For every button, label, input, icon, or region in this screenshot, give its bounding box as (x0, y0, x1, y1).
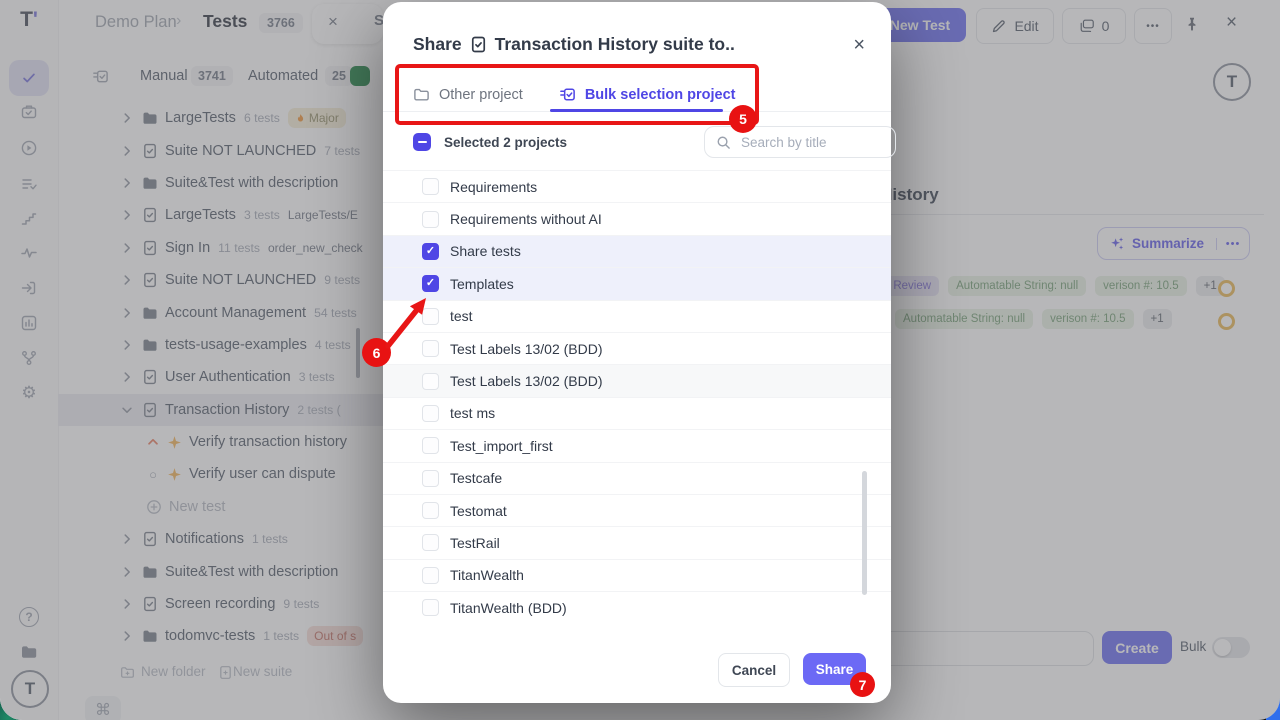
search-icon (716, 135, 731, 150)
document-check-icon (470, 36, 487, 53)
project-row[interactable]: Requirements (383, 170, 891, 202)
project-label: test (450, 308, 473, 324)
project-label: TitanWealth (BDD) (450, 600, 567, 616)
project-checkbox[interactable] (422, 211, 439, 228)
bulk-select-icon (559, 86, 576, 103)
project-label: test ms (450, 405, 495, 421)
project-checkbox[interactable] (422, 405, 439, 422)
share-button[interactable]: Share (803, 653, 866, 685)
select-all-checkbox[interactable] (413, 133, 431, 151)
search-input[interactable] (739, 134, 883, 151)
project-checkbox[interactable] (422, 470, 439, 487)
project-label: Test_import_first (450, 438, 553, 454)
tab-bulk-label: Bulk selection project (585, 87, 736, 103)
modal-scrollbar[interactable] (862, 471, 867, 595)
project-label: Share tests (450, 243, 521, 259)
project-row[interactable]: Test_import_first (383, 429, 891, 461)
project-label: Testomat (450, 503, 507, 519)
project-checkbox[interactable] (422, 178, 439, 195)
project-checkbox[interactable] (422, 373, 439, 390)
project-row[interactable]: Testcafe (383, 462, 891, 494)
project-row[interactable]: TitanWealth (BDD) (383, 591, 891, 623)
project-list: Requirements Requirements without AI ✓ Shar… (383, 170, 891, 623)
modal-title: Share Transaction History suite to.. (413, 34, 735, 55)
project-row[interactable]: Requirements without AI (383, 202, 891, 234)
selected-summary: Selected 2 projects (444, 135, 567, 150)
tab-other-project[interactable]: Other project (413, 86, 523, 103)
project-row[interactable]: TestRail (383, 526, 891, 558)
project-row[interactable]: ✓ Templates (383, 267, 891, 299)
tab-other-label: Other project (439, 87, 523, 103)
cancel-button[interactable]: Cancel (718, 653, 790, 687)
search-box[interactable] (704, 126, 896, 158)
modal-tabs: Other project Bulk selection project (413, 86, 736, 103)
folder-icon (413, 86, 430, 103)
project-checkbox[interactable] (422, 534, 439, 551)
project-checkbox[interactable] (422, 599, 439, 616)
project-label: Test Labels 13/02 (BDD) (450, 341, 603, 357)
project-row[interactable]: ✓ Share tests (383, 235, 891, 267)
project-checkbox[interactable] (422, 437, 439, 454)
project-label: Requirements without AI (450, 211, 602, 227)
project-label: Testcafe (450, 470, 502, 486)
project-label: Test Labels 13/02 (BDD) (450, 373, 603, 389)
project-row[interactable]: Test Labels 13/02 (BDD) (383, 332, 891, 364)
indeterminate-dash (418, 141, 427, 143)
project-row[interactable]: Test Labels 13/02 (BDD) (383, 364, 891, 396)
screen: T' ⚙ ? T Demo Plan › Tests 3766 × S (0, 0, 1280, 720)
project-checkbox[interactable]: ✓ (422, 275, 439, 292)
project-checkbox[interactable] (422, 567, 439, 584)
project-label: Templates (450, 276, 514, 292)
modal-title-prefix: Share (413, 34, 462, 55)
project-row[interactable]: Testomat (383, 494, 891, 526)
project-row[interactable]: TitanWealth (383, 559, 891, 591)
project-checkbox[interactable]: ✓ (422, 243, 439, 260)
active-tab-underline (550, 109, 723, 112)
project-checkbox[interactable] (422, 502, 439, 519)
tab-bulk-selection[interactable]: Bulk selection project (559, 86, 736, 103)
modal-title-main: Transaction History suite to.. (495, 34, 735, 55)
project-row[interactable]: test (383, 300, 891, 332)
project-checkbox[interactable] (422, 308, 439, 325)
modal-close-button[interactable]: × (853, 35, 865, 55)
share-suite-modal: Share Transaction History suite to.. × O… (383, 2, 891, 703)
project-label: TitanWealth (450, 567, 524, 583)
project-label: Requirements (450, 179, 537, 195)
project-row[interactable]: test ms (383, 397, 891, 429)
project-checkbox[interactable] (422, 340, 439, 357)
project-label: TestRail (450, 535, 500, 551)
